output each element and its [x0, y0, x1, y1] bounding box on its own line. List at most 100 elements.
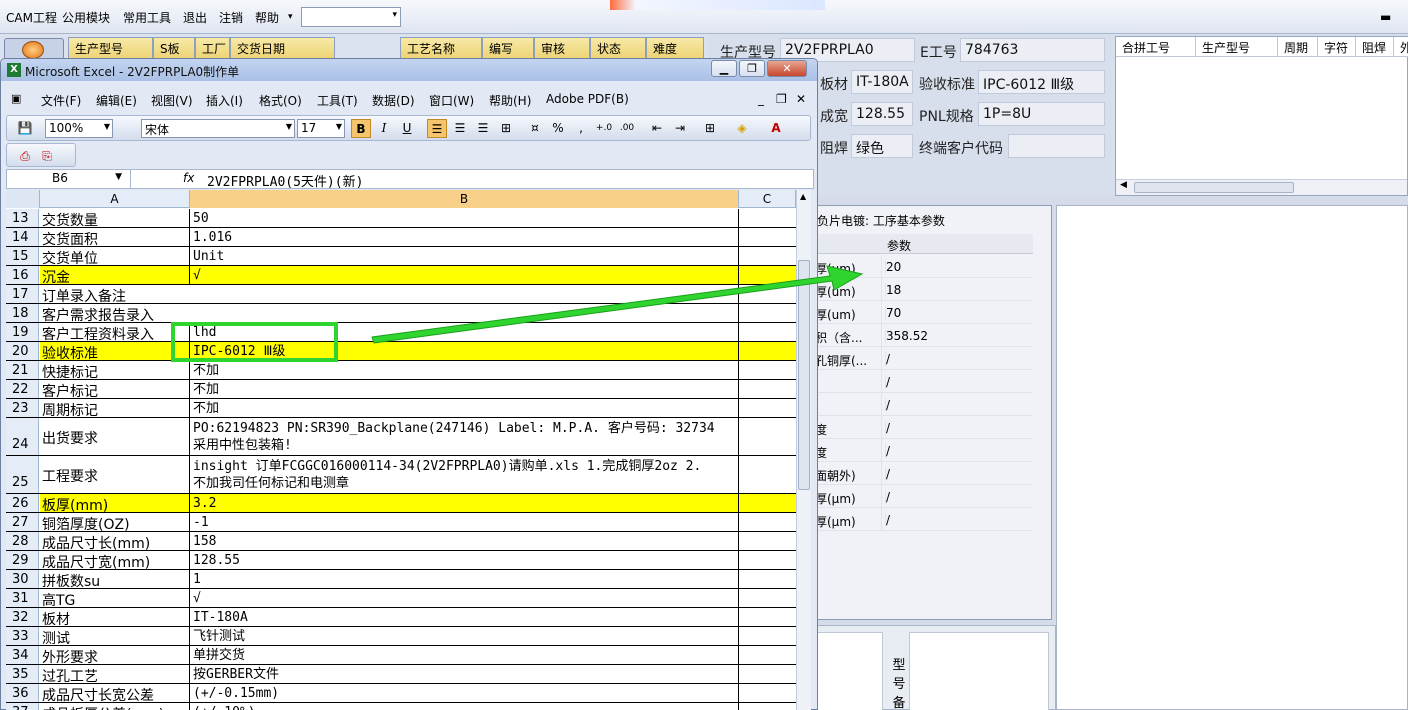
- param-row[interactable]: 厚(μm) /: [813, 508, 1033, 531]
- fx-icon[interactable]: fx: [183, 171, 194, 185]
- cell-c[interactable]: [739, 532, 796, 550]
- cell-c[interactable]: [739, 646, 796, 664]
- cell-b[interactable]: [190, 285, 739, 303]
- merge-horizontal-scrollbar[interactable]: ◀: [1116, 179, 1407, 195]
- cell-c[interactable]: [739, 285, 796, 303]
- menu-adobe-pdf[interactable]: Adobe PDF(B): [546, 92, 629, 106]
- merge-col-model[interactable]: 生产型号: [1196, 37, 1278, 57]
- cell-a[interactable]: 测试: [40, 627, 190, 647]
- menu-view[interactable]: 视图(V): [151, 92, 193, 109]
- cell-b[interactable]: [190, 304, 739, 322]
- merge-col-job-no[interactable]: 合拼工号: [1116, 37, 1196, 57]
- cell-c[interactable]: [739, 266, 796, 284]
- cell-b[interactable]: 不加: [190, 361, 739, 379]
- bold-button[interactable]: B: [351, 119, 371, 138]
- pdf-mail-icon[interactable]: ⎘: [37, 147, 57, 166]
- increase-decimal-icon[interactable]: +.0: [594, 119, 614, 138]
- param-row[interactable]: 厚(μm) /: [813, 485, 1033, 508]
- row-number[interactable]: 16: [6, 266, 39, 284]
- cell-b[interactable]: Unit: [190, 247, 739, 265]
- cell-b[interactable]: (+/-10%): [190, 703, 739, 710]
- cell-c[interactable]: [739, 209, 796, 227]
- col-header-difficulty[interactable]: 难度: [646, 37, 704, 59]
- cell-a[interactable]: 拼板数su: [40, 570, 190, 590]
- row-number[interactable]: 15: [6, 247, 39, 265]
- col-header-factory[interactable]: 工厂: [195, 37, 230, 59]
- cell-b[interactable]: 1.016: [190, 228, 739, 246]
- cell-c[interactable]: [739, 551, 796, 569]
- menu-cam[interactable]: CAM工程: [6, 9, 57, 26]
- cell-b[interactable]: 128.55: [190, 551, 739, 569]
- cell-b[interactable]: 不加: [190, 380, 739, 398]
- cell-b[interactable]: √: [190, 266, 739, 284]
- field-acceptance-standard[interactable]: IPC-6012 Ⅲ级: [978, 70, 1105, 94]
- percent-icon[interactable]: %: [548, 119, 568, 138]
- cell-a[interactable]: 交货单位: [40, 247, 190, 267]
- cell-a[interactable]: 出货要求: [40, 418, 190, 455]
- row-number[interactable]: 31: [6, 589, 39, 607]
- cell-c[interactable]: [739, 494, 796, 512]
- align-right-icon[interactable]: ☰: [473, 119, 493, 138]
- cell-c[interactable]: [739, 513, 796, 531]
- cell-a[interactable]: 板材: [40, 608, 190, 628]
- merge-col-cycle[interactable]: 周期: [1278, 37, 1318, 57]
- row-number[interactable]: 22: [6, 380, 39, 398]
- column-header-b[interactable]: B: [190, 190, 739, 208]
- maximize-button[interactable]: ❐: [739, 60, 765, 77]
- cell-a[interactable]: 客户工程资料录入: [40, 323, 190, 343]
- cell-c[interactable]: [739, 627, 796, 645]
- doc-icon[interactable]: ▣: [11, 92, 21, 105]
- zoom-select[interactable]: 100% ▼: [45, 119, 113, 138]
- cell-c[interactable]: [739, 228, 796, 246]
- col-header-production-model[interactable]: 生产型号: [68, 37, 153, 59]
- menu-common-module[interactable]: 公用模块: [62, 9, 110, 26]
- cell-c[interactable]: [739, 703, 796, 710]
- cell-a[interactable]: 订单录入备注: [40, 285, 190, 305]
- row-number[interactable]: 30: [6, 570, 39, 588]
- cell-a[interactable]: 成品板厚公差(mm): [40, 703, 190, 710]
- row-number[interactable]: 29: [6, 551, 39, 569]
- cell-a[interactable]: 成品尺寸长(mm): [40, 532, 190, 552]
- cell-a[interactable]: 沉金: [40, 266, 190, 286]
- italic-button[interactable]: I: [374, 119, 394, 138]
- cell-b[interactable]: 158: [190, 532, 739, 550]
- cell-c[interactable]: [739, 342, 796, 360]
- field-e-number[interactable]: 784763: [960, 38, 1105, 62]
- menu-logout[interactable]: 注销: [219, 9, 243, 26]
- vertical-scrollbar[interactable]: ▲: [796, 190, 811, 710]
- param-row[interactable]: 厚(um) 20: [813, 255, 1033, 278]
- window-minimize-icon[interactable]: ▬: [1380, 10, 1391, 24]
- decrease-indent-icon[interactable]: ⇤: [647, 119, 667, 138]
- scroll-up-icon[interactable]: ▲: [800, 192, 806, 201]
- cell-b[interactable]: √: [190, 589, 739, 607]
- col-header-delivery-date[interactable]: 交货日期: [230, 37, 335, 59]
- decrease-decimal-icon[interactable]: .00: [617, 119, 637, 138]
- row-number[interactable]: 13: [6, 209, 39, 227]
- merge-center-icon[interactable]: ⊞: [496, 119, 516, 138]
- cell-a[interactable]: 成品尺寸长宽公差: [40, 684, 190, 704]
- comma-icon[interactable]: ,: [571, 119, 591, 138]
- row-number[interactable]: 20: [6, 342, 39, 360]
- cell-b[interactable]: 单拼交货: [190, 646, 739, 664]
- cell-b[interactable]: PO:62194823 PN:SR390_Backplane(247146) L…: [190, 418, 739, 455]
- underline-button[interactable]: U: [397, 119, 417, 138]
- menu-tools[interactable]: 工具(T): [317, 92, 358, 109]
- menu-edit[interactable]: 编辑(E): [96, 92, 137, 109]
- formula-input[interactable]: 2V2FPRPLA0(5天件)(新): [207, 171, 363, 190]
- pdf-icon[interactable]: ⎙: [15, 147, 35, 166]
- menu-exit[interactable]: 退出: [183, 9, 207, 26]
- cell-b[interactable]: 1: [190, 570, 739, 588]
- param-row[interactable]: 厚(um) 18: [813, 278, 1033, 301]
- row-number[interactable]: 36: [6, 684, 39, 702]
- col-header-review[interactable]: 审核: [534, 37, 590, 59]
- col-header-status[interactable]: 状态: [590, 37, 646, 59]
- col-header-author[interactable]: 编写: [482, 37, 534, 59]
- name-box[interactable]: B6 ▼: [7, 170, 131, 188]
- fill-color-icon[interactable]: ◈: [732, 119, 752, 138]
- menu-common-tools[interactable]: 常用工具: [123, 9, 171, 26]
- doc-minimize-icon[interactable]: _: [758, 92, 764, 106]
- cell-a[interactable]: 客户标记: [40, 380, 190, 400]
- doc-close-icon[interactable]: ✕: [796, 92, 806, 106]
- save-icon[interactable]: 💾: [15, 119, 35, 138]
- cell-a[interactable]: 成品尺寸宽(mm): [40, 551, 190, 571]
